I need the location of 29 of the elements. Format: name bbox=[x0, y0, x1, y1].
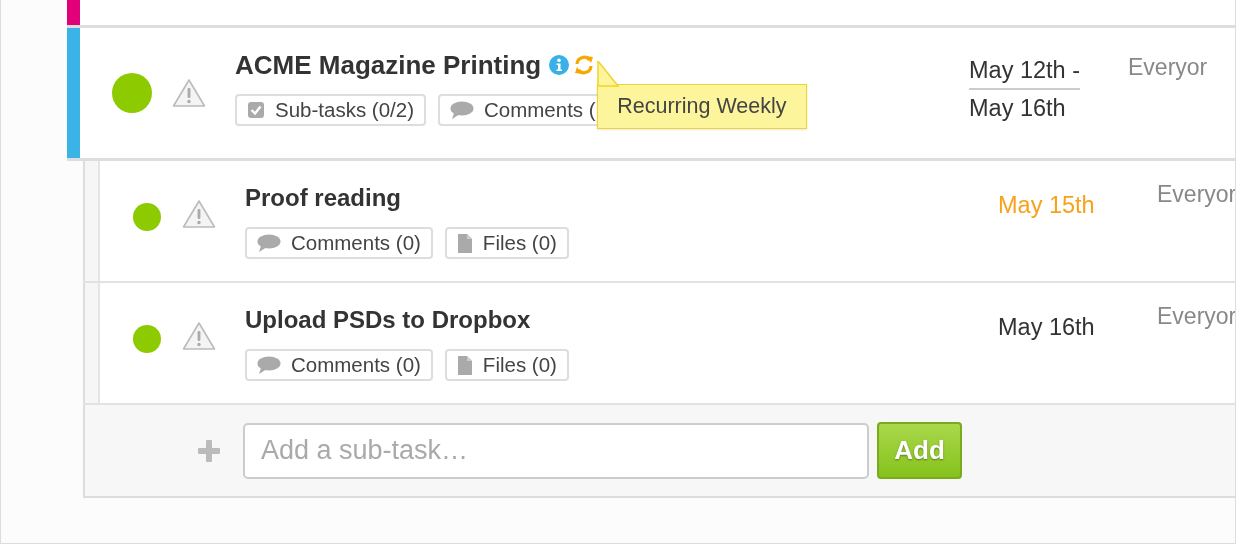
files-button[interactable]: Files (0) bbox=[444, 349, 569, 381]
plus-icon bbox=[197, 438, 221, 463]
status-dot[interactable] bbox=[133, 203, 161, 231]
subtask-title[interactable]: Proof reading bbox=[245, 183, 994, 213]
info-icon[interactable] bbox=[549, 55, 570, 75]
assignee-name: Everyor bbox=[1128, 53, 1208, 82]
speech-bubble-icon bbox=[450, 101, 474, 119]
due-date: May 16th bbox=[998, 313, 1095, 342]
due-date: May 15th bbox=[998, 191, 1095, 220]
status-dot[interactable] bbox=[112, 73, 152, 113]
speech-bubble-icon bbox=[257, 234, 281, 252]
checkbox-icon bbox=[247, 101, 265, 119]
status-dot[interactable] bbox=[133, 325, 161, 353]
assignee-name: Everyor bbox=[1157, 302, 1235, 331]
comments-button[interactable]: Comments (0) bbox=[245, 227, 433, 259]
speech-bubble-icon bbox=[257, 356, 281, 374]
document-icon bbox=[456, 354, 473, 376]
subtask-title[interactable]: Upload PSDs to Dropbox bbox=[245, 305, 994, 335]
assignee-name: Everyor bbox=[1157, 180, 1235, 209]
due-date: May 12th - bbox=[969, 52, 1081, 90]
tooltip-pointer bbox=[597, 61, 620, 87]
document-icon bbox=[456, 232, 473, 254]
subtasks-button[interactable]: Sub-tasks (0/2) bbox=[235, 94, 426, 126]
comments-button[interactable]: Comments (0) bbox=[245, 349, 433, 381]
files-button[interactable]: Files (0) bbox=[444, 227, 569, 259]
subtask-input-field[interactable]: Add a sub-task… bbox=[243, 422, 869, 479]
due-date: May 16th bbox=[969, 94, 1066, 123]
task-title[interactable]: ACME Magazine Printing bbox=[235, 50, 542, 80]
recurring-icon[interactable] bbox=[573, 54, 596, 76]
